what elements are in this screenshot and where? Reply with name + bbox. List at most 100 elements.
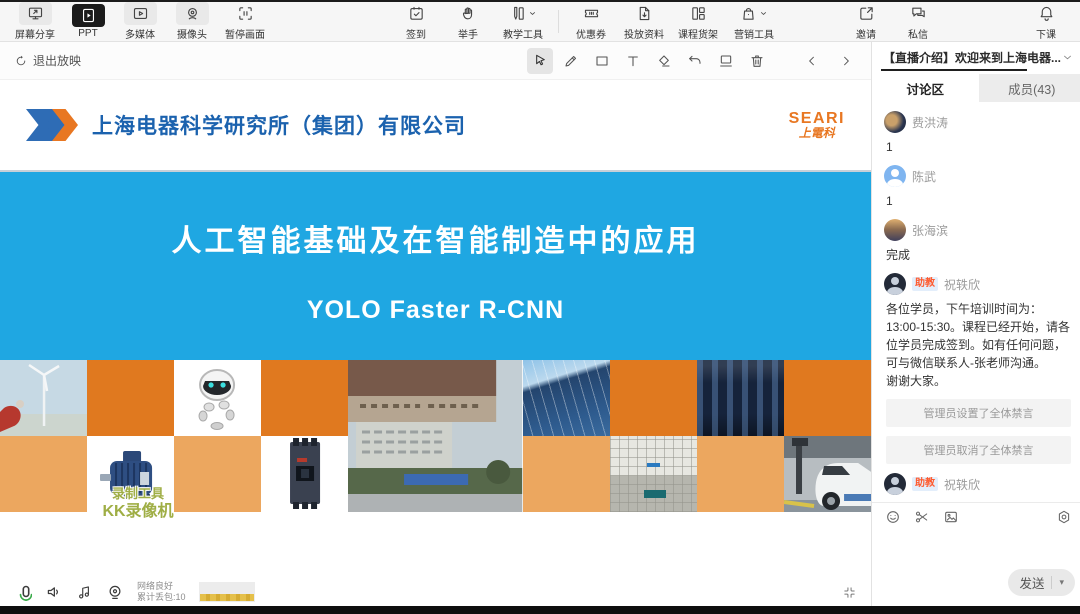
image-icon[interactable] <box>943 509 959 525</box>
undo-icon <box>687 53 703 69</box>
orange-tile <box>0 436 87 512</box>
orange-tile <box>610 360 697 436</box>
toolbar-source-group: 屏幕分享 PPT 多媒体 摄像头 暂停画面 <box>8 2 272 41</box>
microphone-icon[interactable] <box>14 583 32 601</box>
exit-slideshow-label: 退出放映 <box>33 52 81 69</box>
chat-message-list[interactable]: 费洪涛 1 陈武 1 张海滨 完成 <box>872 102 1080 502</box>
pen-icon <box>563 53 579 69</box>
cursor-icon <box>532 53 548 69</box>
pause-frame-icon <box>229 2 262 25</box>
tab-discussion[interactable]: 讨论区 <box>872 74 979 102</box>
undo-button[interactable] <box>682 48 708 74</box>
select-tool-button[interactable] <box>527 48 553 74</box>
send-options-caret[interactable]: ▾ <box>1059 577 1064 588</box>
message-input[interactable] <box>872 527 1080 569</box>
multimedia-button[interactable]: 多媒体 <box>114 2 166 41</box>
sender-name: 陈武 <box>912 168 936 185</box>
coupon-button[interactable]: 优惠券 <box>565 2 617 41</box>
invite-icon <box>850 2 883 25</box>
emoji-icon[interactable] <box>885 509 901 525</box>
trash-icon <box>749 53 765 69</box>
marketing-tools-label: 营销工具 <box>734 26 774 41</box>
chat-tabs: 讨论区 成员(43) <box>872 74 1080 102</box>
eraser-icon <box>656 53 672 69</box>
exit-slideshow-icon <box>14 54 28 68</box>
next-slide-button[interactable] <box>839 54 853 68</box>
marketing-tools-icon <box>740 5 757 22</box>
window-bottom-edge <box>0 606 1080 614</box>
pause-frame-button[interactable]: 暂停画面 <box>218 2 272 41</box>
annotation-tools <box>527 48 857 74</box>
switchgear-photo <box>697 360 784 436</box>
compress-view-icon[interactable] <box>842 585 857 600</box>
speaker-icon[interactable] <box>45 583 63 601</box>
invite-button[interactable]: 邀请 <box>840 2 892 41</box>
screen-share-icon <box>19 2 52 25</box>
teaching-tools-button[interactable]: 教学工具 <box>494 2 552 41</box>
eraser-tool-button[interactable] <box>651 48 677 74</box>
course-shelf-icon <box>682 2 715 25</box>
materials-button[interactable]: 投放资料 <box>617 2 671 41</box>
avatar <box>884 111 906 133</box>
raise-hand-button[interactable]: 举手 <box>442 2 494 41</box>
rectangle-tool-button[interactable] <box>589 48 615 74</box>
class-end-icon <box>1030 2 1063 25</box>
assistant-badge: 助教 <box>912 277 938 291</box>
toolbar-session-group: 邀请 私信 下课 <box>840 2 1072 41</box>
check-in-button[interactable]: 签到 <box>390 2 442 41</box>
music-icon[interactable] <box>76 584 93 601</box>
whiteboard-icon <box>718 53 734 69</box>
exit-slideshow-button[interactable]: 退出放映 <box>14 52 81 69</box>
chat-message: 费洪涛 1 <box>884 111 1073 156</box>
room-title: 【直播介绍】欢迎来到上海电器... <box>883 49 1061 66</box>
seari-logo-latin: SEARI <box>789 110 845 128</box>
solar-panels-photo <box>523 360 610 436</box>
marketing-tools-button[interactable]: 营销工具 <box>725 2 783 41</box>
webcam-status-icon[interactable] <box>106 583 124 601</box>
network-status: 网络良好 累计丢包:10 <box>137 581 186 604</box>
materials-label: 投放资料 <box>624 26 664 41</box>
ppt-button[interactable]: PPT <box>62 2 114 41</box>
delete-annotations-button[interactable] <box>744 48 770 74</box>
pen-tool-button[interactable] <box>558 48 584 74</box>
check-in-label: 签到 <box>406 26 426 41</box>
avatar <box>884 473 906 495</box>
chevron-down-icon <box>759 9 768 18</box>
send-divider <box>1051 576 1052 589</box>
send-label: 发送 <box>1019 573 1044 592</box>
tab-members[interactable]: 成员(43) <box>979 74 1080 102</box>
raise-hand-label: 举手 <box>458 26 478 41</box>
message-text: 各位学员，下午培训时间为：13:00-15:30。课程已经开始，请各位学员完成签… <box>886 300 1073 390</box>
slide-navigation <box>805 54 853 68</box>
double-chevron-icon <box>26 109 78 141</box>
top-toolbar: 屏幕分享 PPT 多媒体 摄像头 暂停画面 签到 <box>0 2 1080 42</box>
send-button[interactable]: 发送 ▾ <box>1008 569 1075 596</box>
text-tool-button[interactable] <box>620 48 646 74</box>
course-shelf-button[interactable]: 课程货架 <box>671 2 725 41</box>
watermark-line2: KK录像机 <box>78 502 198 522</box>
invite-label: 邀请 <box>856 26 876 41</box>
screen-share-button[interactable]: 屏幕分享 <box>8 2 62 41</box>
status-bar: 网络良好 累计丢包:10 <box>0 578 871 606</box>
system-message: 管理员设置了全体禁言 <box>886 399 1071 427</box>
materials-icon <box>628 2 661 25</box>
orange-tile <box>523 436 610 512</box>
class-end-button[interactable]: 下课 <box>1020 2 1072 41</box>
direct-message-button[interactable]: 私信 <box>892 2 944 41</box>
slide-canvas: 上海电器科学研究所（集团）有限公司 SEARI 上電科 人工智能基础及在智能制造… <box>0 80 871 578</box>
teaching-tools-icon <box>509 5 526 22</box>
chat-panel: 【直播介绍】欢迎来到上海电器... 讨论区 成员(43) 费洪涛 1 <box>871 42 1080 606</box>
prev-slide-button[interactable] <box>805 54 819 68</box>
screenshot-icon[interactable] <box>914 509 930 525</box>
presentation-area: 退出放映 <box>0 42 871 606</box>
orange-tile <box>261 360 348 436</box>
gear-icon[interactable] <box>1056 509 1072 525</box>
camera-button[interactable]: 摄像头 <box>166 2 218 41</box>
direct-message-icon <box>902 2 935 25</box>
chevron-down-icon[interactable] <box>1061 51 1074 64</box>
company-name: 上海电器科学研究所（集团）有限公司 <box>92 110 466 140</box>
whiteboard-button[interactable] <box>713 48 739 74</box>
chat-message: 助教 祝轶欣 课间休息：14:12-14:22 <box>884 473 1073 502</box>
chevron-down-icon <box>528 9 537 18</box>
raise-hand-icon <box>452 2 485 25</box>
